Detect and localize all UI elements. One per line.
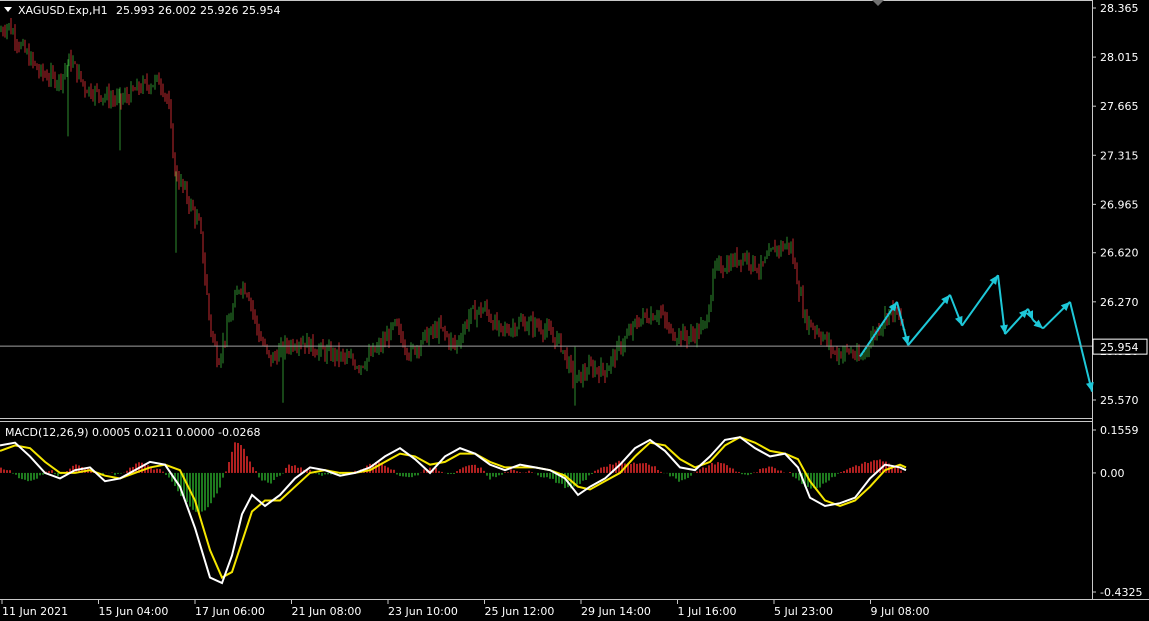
chart-background — [0, 0, 1149, 621]
time-tick-label: 11 Jun 2021 — [2, 605, 68, 618]
price-tick-label: 28.015 — [1100, 51, 1139, 64]
time-tick-label: 25 Jun 12:00 — [485, 605, 555, 618]
price-tick-label: 26.270 — [1100, 296, 1139, 309]
time-tick-label: 21 Jun 08:00 — [292, 605, 362, 618]
price-tick-label: 26.620 — [1100, 247, 1139, 260]
time-tick-label: 29 Jun 14:00 — [581, 605, 651, 618]
current-price-label: 25.954 — [1092, 338, 1148, 355]
price-tick-label: 25.570 — [1100, 394, 1139, 407]
price-tick-label: 26.965 — [1100, 198, 1139, 211]
chart-header: XAGUSD.Exp,H1 25.993 26.002 25.926 25.95… — [4, 4, 280, 17]
symbol-title: XAGUSD.Exp,H1 — [18, 4, 108, 17]
price-tick-label: 27.315 — [1100, 149, 1139, 162]
chart-canvas[interactable]: 28.365 28.015 27.665 27.315 26.965 26.620 26.2… — [0, 0, 1149, 621]
ohlc-values: 25.993 26.002 25.926 25.954 — [116, 4, 280, 17]
price-tick-label: 27.665 — [1100, 100, 1139, 113]
macd-tick-label: -0.4325 — [1100, 586, 1142, 599]
price-tick-label: 28.365 — [1100, 2, 1139, 15]
macd-tick-label: 0.1559 — [1100, 424, 1139, 437]
time-tick-label: 5 Jul 23:00 — [774, 605, 833, 618]
time-tick-label: 1 Jul 16:00 — [678, 605, 737, 618]
time-tick-label: 23 Jun 10:00 — [388, 605, 458, 618]
time-tick-label: 15 Jun 04:00 — [99, 605, 169, 618]
current-price-value: 25.954 — [1100, 341, 1139, 354]
macd-tick-label: 0.00 — [1100, 467, 1125, 480]
time-tick-label: 17 Jun 06:00 — [195, 605, 265, 618]
time-tick-label: 9 Jul 08:00 — [871, 605, 930, 618]
macd-label: MACD(12,26,9) 0.0005 0.0211 0.0000 -0.02… — [5, 426, 260, 439]
